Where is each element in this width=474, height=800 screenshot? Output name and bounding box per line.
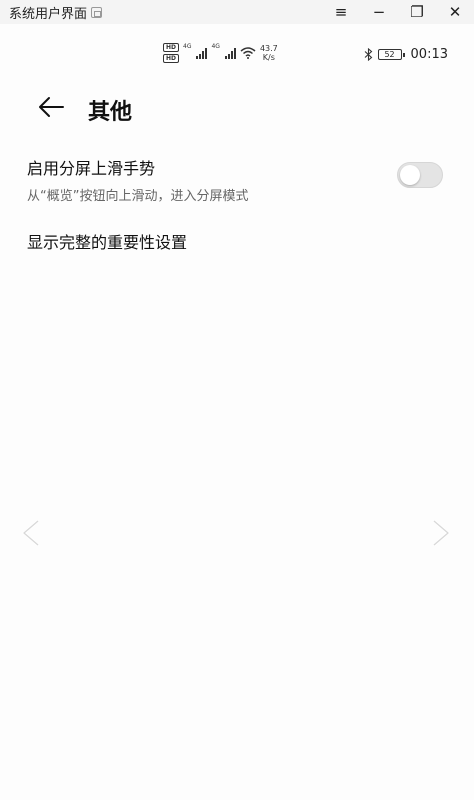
signal-icon [224,47,236,59]
window-restore-icon [91,6,103,18]
network-type-label: 4G [211,43,220,50]
status-bar-right: 52 00:13 [364,47,448,62]
previous-arrow[interactable] [20,518,42,548]
network-type-label: 4G [183,43,192,50]
window-title: 系统用户界面 [9,3,103,22]
close-button[interactable]: ✕ [436,0,474,24]
setting-title: 启用分屏上滑手势 [27,159,156,178]
minimize-button[interactable]: − [360,0,398,24]
hd-icon: HD [163,43,180,52]
network-speed-unit: K/s [262,53,275,62]
chevron-left-icon [22,519,39,547]
setting-full-importance[interactable]: 显示完整的重要性设置 [27,229,447,253]
menu-button[interactable]: ≡ [322,0,360,24]
window-title-text: 系统用户界面 [9,6,88,22]
page-header: 其他 [0,88,474,128]
setting-subtitle: 从“概览”按钮向上滑动，进入分屏模式 [27,189,249,204]
clock: 00:13 [410,47,448,62]
wifi-icon [240,47,256,59]
signal-icon [196,47,208,59]
network-speed: 43.7 K/s [260,44,278,62]
window-title-bar: 系统用户界面 ≡ − ❐ ✕ [0,0,474,24]
page-title: 其他 [88,100,133,125]
hd-icon: HD [163,54,180,63]
network-speed-value: 43.7 [259,44,278,53]
maximize-button[interactable]: ❐ [398,0,436,24]
arrow-left-icon [39,97,64,117]
window-controls: ≡ − ❐ ✕ [322,0,474,24]
hd-badges: HD HD [163,43,180,63]
bluetooth-icon [364,48,372,61]
setting-title: 显示完整的重要性设置 [27,233,188,252]
toggle-knob [400,165,420,185]
setting-split-screen-gesture[interactable]: 启用分屏上滑手势 从“概览”按钮向上滑动，进入分屏模式 [27,155,447,204]
status-bar: HD HD 4G 4G 43.7 K/s 52 00:13 [0,38,474,72]
back-button[interactable] [36,92,66,122]
chevron-right-icon [433,519,450,547]
next-arrow[interactable] [430,518,452,548]
status-bar-network: HD HD 4G 4G 43.7 K/s [163,43,278,63]
battery-icon: 52 [377,49,405,60]
split-screen-toggle[interactable] [397,162,443,188]
